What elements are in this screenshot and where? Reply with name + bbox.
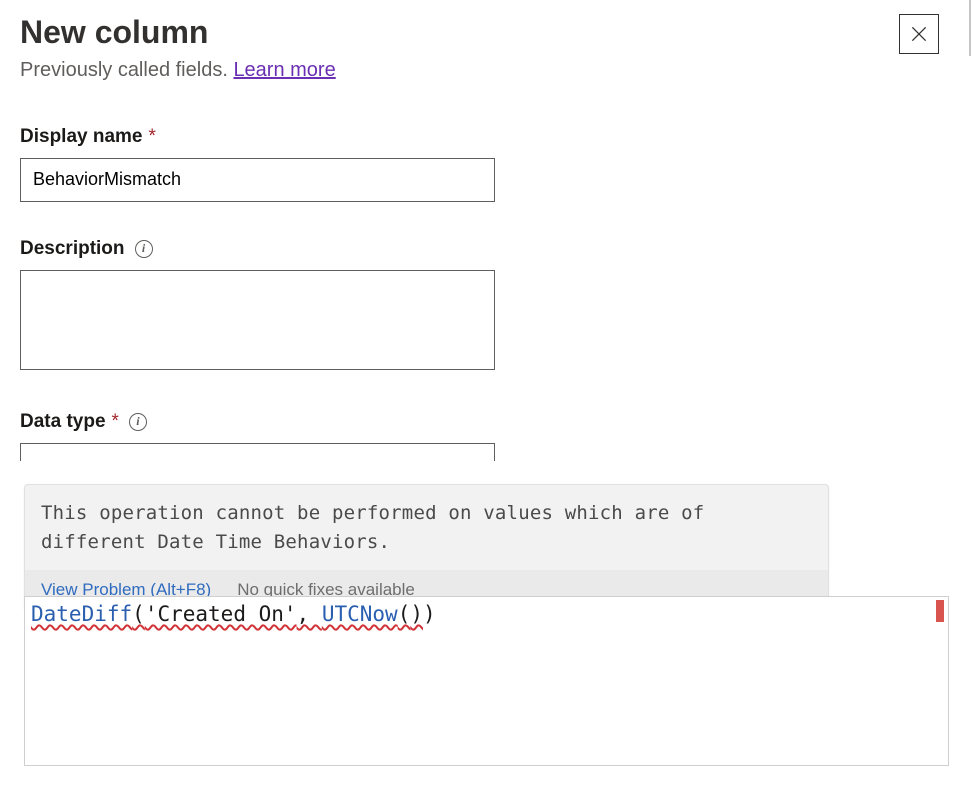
data-type-select[interactable] xyxy=(20,443,495,461)
formula-fn-datediff: DateDiff xyxy=(31,602,132,626)
formula-paren-open2: ( xyxy=(398,602,411,626)
formula-text: DateDiff('Created On', UTCNow()) xyxy=(31,601,436,627)
formula-arg-createdon: 'Created On' xyxy=(145,602,297,626)
formula-fn-utcnow: UTCNow xyxy=(322,602,398,626)
page-subtitle: Previously called fields. Learn more xyxy=(20,59,336,82)
subtitle-prefix: Previously called fields. xyxy=(20,59,233,81)
formula-paren-close2: ) xyxy=(410,602,423,626)
info-icon[interactable]: i xyxy=(129,413,147,431)
formula-paren-open: ( xyxy=(132,602,145,626)
description-label-text: Description xyxy=(20,238,125,260)
required-indicator: * xyxy=(149,126,156,148)
editor-scrollbar-error-marker[interactable] xyxy=(936,600,944,622)
new-column-panel: New column Previously called fields. Lea… xyxy=(0,0,975,794)
panel-right-border xyxy=(969,0,971,56)
tooltip-message: This operation cannot be performed on va… xyxy=(25,485,828,570)
required-indicator: * xyxy=(112,411,119,433)
page-title: New column xyxy=(20,14,336,51)
data-type-group: Data type * i xyxy=(20,411,955,461)
data-type-label: Data type * i xyxy=(20,411,955,433)
display-name-label: Display name * xyxy=(20,126,955,148)
description-label: Description i xyxy=(20,238,955,260)
formula-paren-close: ) xyxy=(423,602,436,626)
formula-comma: , xyxy=(297,602,322,626)
formula-editor[interactable]: DateDiff('Created On', UTCNow()) xyxy=(24,596,949,766)
display-name-group: Display name * xyxy=(20,126,955,202)
panel-header: New column Previously called fields. Lea… xyxy=(20,14,955,82)
learn-more-link[interactable]: Learn more xyxy=(233,59,335,81)
close-button[interactable] xyxy=(899,14,939,54)
display-name-label-text: Display name xyxy=(20,126,143,148)
display-name-input[interactable] xyxy=(20,158,495,202)
description-group: Description i xyxy=(20,238,955,375)
header-text-block: New column Previously called fields. Lea… xyxy=(20,14,336,82)
info-icon[interactable]: i xyxy=(135,240,153,258)
problem-hover-tooltip: This operation cannot be performed on va… xyxy=(24,484,829,611)
data-type-label-text: Data type xyxy=(20,411,106,433)
description-input[interactable] xyxy=(20,270,495,370)
close-icon xyxy=(909,24,929,44)
